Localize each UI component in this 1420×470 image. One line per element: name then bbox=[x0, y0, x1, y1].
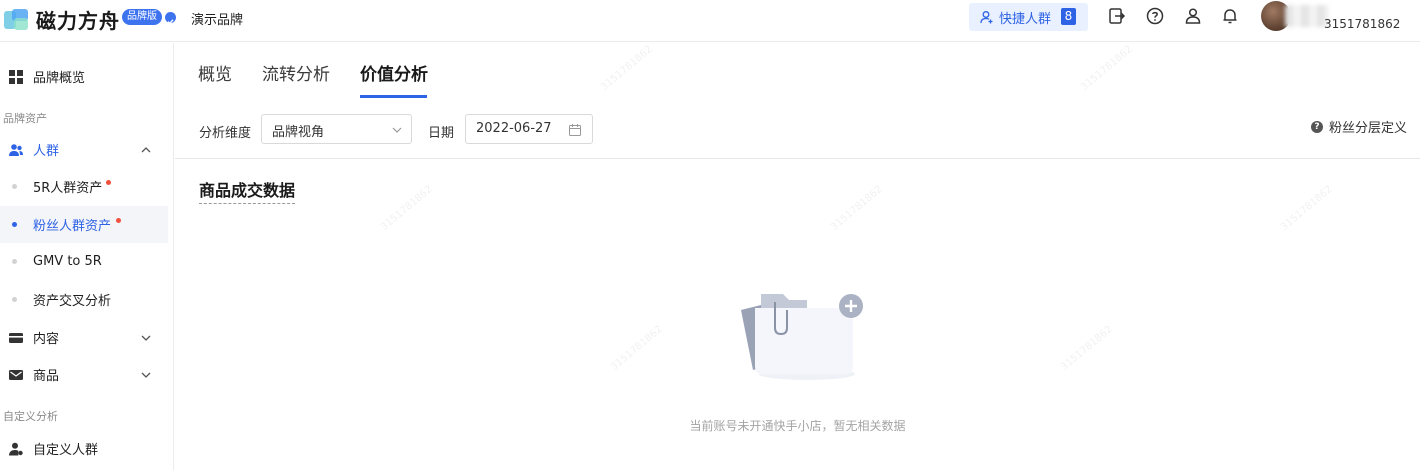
sidebar-subitem-label: 粉丝人群资产 bbox=[33, 219, 112, 234]
watermark: 3151781862 bbox=[378, 183, 435, 234]
date-picker-value: 2022-06-27 bbox=[476, 121, 552, 136]
sidebar-subitem-label: 资产交叉分析 bbox=[33, 294, 112, 309]
edition-badge: 品牌版 bbox=[122, 9, 162, 25]
sidebar-item-label: 人群 bbox=[33, 144, 60, 159]
sidebar-subitem-fan-crowd-assets[interactable]: 粉丝人群资产 bbox=[0, 206, 168, 243]
sidebar-item-goods[interactable]: 商品 bbox=[0, 356, 168, 393]
sidebar-subitem-label: 5R人群资产 bbox=[33, 181, 103, 196]
watermark: 3151781862 bbox=[1078, 43, 1135, 94]
chevron-down-icon bbox=[141, 372, 151, 378]
top-header: 磁力方舟 品牌版 演示品牌 快捷人群 8 3151781862 bbox=[0, 0, 1420, 42]
help-icon[interactable] bbox=[1145, 6, 1165, 26]
user-settings-icon bbox=[9, 442, 23, 455]
bullet-icon bbox=[12, 259, 17, 264]
masked-username bbox=[1285, 5, 1329, 27]
date-label: 日期 bbox=[428, 126, 455, 141]
sidebar-item-custom-crowd[interactable]: 自定义人群 bbox=[0, 430, 168, 467]
quick-crowd-label: 快捷人群 bbox=[999, 11, 1052, 27]
fan-tier-definition-label: 粉丝分层定义 bbox=[1329, 121, 1408, 136]
sidebar-item-crowd[interactable]: 人群 bbox=[0, 131, 168, 168]
tab-overview[interactable]: 概览 bbox=[198, 60, 232, 85]
watermark: 3151781862 bbox=[828, 183, 885, 234]
main-content: 概览 流转分析 价值分析 分析维度 品牌视角 日期 2022-06-27 ? 粉… bbox=[175, 43, 1420, 470]
bell-icon[interactable] bbox=[1220, 6, 1240, 26]
watermark: 3151781862 bbox=[608, 323, 665, 374]
date-picker[interactable]: 2022-06-27 bbox=[465, 114, 593, 144]
export-icon[interactable] bbox=[1107, 6, 1127, 26]
dimension-label: 分析维度 bbox=[199, 126, 252, 141]
calendar-icon bbox=[569, 124, 581, 136]
new-badge-dot bbox=[106, 180, 111, 185]
tab-flow-analysis[interactable]: 流转分析 bbox=[262, 60, 330, 85]
users-icon bbox=[9, 143, 23, 156]
sidebar-item-label: 自定义人群 bbox=[33, 443, 99, 458]
empty-state-text: 当前账号未开通快手小店，暂无相关数据 bbox=[689, 419, 906, 433]
card-icon bbox=[9, 332, 23, 343]
sidebar: 品牌概览 品牌资产 人群 5R人群资产 粉丝人群资产 GMV to 5R 资产交… bbox=[0, 43, 174, 470]
sidebar-item-label: 内容 bbox=[33, 332, 60, 347]
sidebar-subitem-asset-cross-analysis[interactable]: 资产交叉分析 bbox=[0, 281, 168, 318]
fan-tier-definition-link[interactable]: ? 粉丝分层定义 bbox=[1311, 117, 1407, 136]
chevron-up-icon bbox=[141, 146, 151, 152]
user-id: 3151781862 bbox=[1324, 17, 1401, 31]
sidebar-subitem-label: GMV to 5R bbox=[33, 254, 102, 269]
chevron-down-icon bbox=[141, 335, 151, 341]
sidebar-item-content[interactable]: 内容 bbox=[0, 319, 168, 356]
brand-switcher[interactable]: 演示品牌 bbox=[191, 9, 243, 28]
user-icon[interactable] bbox=[1183, 6, 1203, 26]
verified-icon bbox=[165, 12, 176, 25]
empty-folder-icon bbox=[741, 294, 863, 380]
section-label-custom-analysis: 自定义分析 bbox=[3, 410, 58, 423]
mail-icon bbox=[9, 369, 23, 380]
quick-crowd-count: 8 bbox=[1061, 8, 1076, 25]
grid-icon bbox=[9, 69, 23, 84]
user-add-icon bbox=[980, 11, 993, 24]
chevron-down-icon bbox=[392, 127, 402, 133]
bullet-icon bbox=[12, 184, 17, 189]
quick-crowd-button[interactable]: 快捷人群 8 bbox=[969, 3, 1088, 31]
section-title: 商品成交数据 bbox=[199, 177, 296, 204]
sidebar-subitem-gmv-to-5r[interactable]: GMV to 5R bbox=[0, 243, 168, 280]
logo-text[interactable]: 磁力方舟 bbox=[36, 5, 120, 34]
sidebar-item-label: 品牌概览 bbox=[33, 71, 86, 86]
question-icon: ? bbox=[1311, 120, 1323, 133]
dimension-select-value: 品牌视角 bbox=[272, 125, 325, 140]
section-label-brand-assets: 品牌资产 bbox=[3, 112, 47, 125]
new-badge-dot bbox=[116, 218, 121, 223]
watermark: 3151781862 bbox=[1278, 183, 1335, 234]
tab-value-analysis[interactable]: 价值分析 bbox=[360, 60, 428, 85]
watermark: 3151781862 bbox=[598, 43, 655, 94]
active-tab-indicator bbox=[360, 95, 427, 98]
sidebar-item-brand-overview[interactable]: 品牌概览 bbox=[0, 58, 168, 95]
dimension-select[interactable]: 品牌视角 bbox=[261, 114, 412, 144]
divider bbox=[175, 158, 1420, 159]
bullet-icon bbox=[12, 222, 17, 227]
brand-logo-icon[interactable] bbox=[4, 9, 30, 31]
watermark: 3151781862 bbox=[1058, 323, 1115, 374]
sidebar-item-label: 商品 bbox=[33, 369, 60, 384]
app-root: 磁力方舟 品牌版 演示品牌 快捷人群 8 3151781862 品牌概览 品牌资… bbox=[0, 0, 1420, 470]
sidebar-subitem-5r-crowd-assets[interactable]: 5R人群资产 bbox=[0, 168, 168, 205]
bullet-icon bbox=[12, 297, 17, 302]
